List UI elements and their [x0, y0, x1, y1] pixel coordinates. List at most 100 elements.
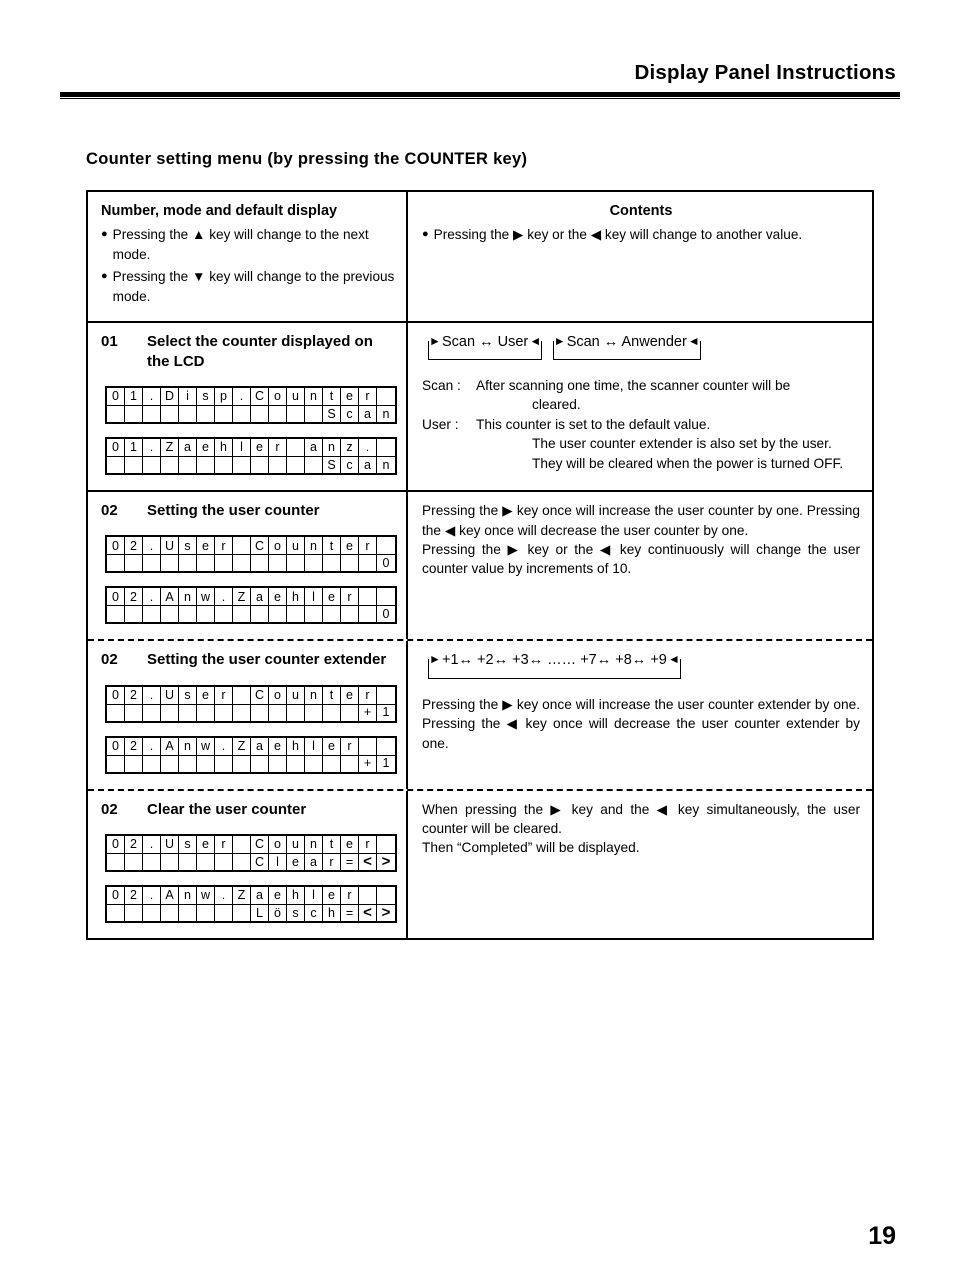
- lcd-cell: [107, 852, 125, 870]
- lcd-cell: o: [269, 537, 287, 555]
- lcd-cell: [179, 703, 197, 721]
- header-bullet-text: Pressing the ▶ key or the ◀ key will cha…: [433, 227, 803, 242]
- lcd-cell: C: [251, 835, 269, 853]
- lcd-cell: 0: [107, 886, 125, 904]
- lcd-cell: [179, 405, 197, 423]
- lcd-cell: [269, 456, 287, 474]
- row-cell-right: ► Scan ↔ User ◄ ► Scan ↔ Anwender ◄ Scan…: [408, 323, 872, 491]
- lcd-cell: [341, 554, 359, 572]
- lcd-cell: [305, 456, 323, 474]
- definition-key: Scan :: [422, 377, 461, 393]
- lcd-cell: z: [341, 439, 359, 457]
- lcd-cell: .: [143, 686, 161, 704]
- lcd-cell: [197, 852, 215, 870]
- lcd-cell: C: [251, 537, 269, 555]
- lcd-cell: [287, 405, 305, 423]
- lcd-cell: r: [359, 686, 377, 704]
- lcd-cell: [377, 738, 395, 755]
- lcd-cell: =: [341, 852, 359, 870]
- lcd-cell: [287, 703, 305, 721]
- lcd-cell: [197, 754, 215, 772]
- lcd-cell: [359, 605, 377, 623]
- lcd-cell: u: [287, 537, 305, 555]
- lcd-cell: [233, 903, 251, 921]
- lcd-cell: +: [359, 703, 377, 721]
- row-cell-right: Pressing the ▶ key once will increase th…: [408, 492, 872, 639]
- lcd-cell: l: [305, 588, 323, 606]
- lcd-cell: [323, 605, 341, 623]
- lcd-cell: 0: [107, 537, 125, 555]
- lcd-cell: [161, 903, 179, 921]
- lcd-cell: 0: [107, 588, 125, 606]
- lcd-cell: [197, 554, 215, 572]
- lcd-cell: u: [287, 686, 305, 704]
- lcd-cell: <: [359, 852, 377, 870]
- lcd-cell: 0: [107, 686, 125, 704]
- lcd-cell: s: [197, 388, 215, 406]
- table-row: 01 Select the counter displayed on the L…: [88, 320, 872, 491]
- lcd-cell: [233, 835, 251, 853]
- lcd-line: +1: [107, 754, 395, 772]
- header-cell-right: Contents ● Pressing the ▶ key or the ◀ k…: [408, 192, 872, 321]
- lcd-cell: r: [341, 737, 359, 755]
- row-cell-right: ► +1↔ +2↔ +3↔ …… +7↔ +8↔ +9 ◄ Pressing t…: [408, 641, 872, 788]
- column-header-contents: Contents: [609, 203, 673, 219]
- lcd-cell: [179, 852, 197, 870]
- lcd-cell: r: [341, 886, 359, 904]
- lcd-cell: [161, 605, 179, 623]
- lcd-cell: 2: [125, 737, 143, 755]
- lcd-cell: [287, 456, 305, 474]
- lcd-cell: [161, 456, 179, 474]
- lcd-cell: [197, 903, 215, 921]
- page-title: Display Panel Instructions: [634, 61, 896, 84]
- lcd-01-german: 01.Zaehleranz.Scan: [105, 437, 397, 476]
- lcd-line: 01.Disp.Counter: [107, 388, 395, 406]
- mode-title: 01 Select the counter displayed on the L…: [101, 332, 396, 373]
- lcd-cell: n: [305, 686, 323, 704]
- lcd-cell: s: [179, 835, 197, 853]
- lcd-cell: [197, 605, 215, 623]
- lcd-cell: [323, 754, 341, 772]
- lcd-cell: [161, 754, 179, 772]
- lcd-cell: l: [233, 439, 251, 457]
- lcd-cell: Z: [233, 737, 251, 755]
- lcd-cell: e: [197, 686, 215, 704]
- lcd-cell: [143, 554, 161, 572]
- lcd-cell: ö: [269, 903, 287, 921]
- lcd-cell: h: [287, 737, 305, 755]
- lcd-cell: 1: [377, 754, 395, 772]
- mode-title: 02 Setting the user counter: [101, 501, 396, 521]
- lcd-cell: .: [215, 886, 233, 904]
- lcd-cell: n: [323, 439, 341, 457]
- lcd-cell: 1: [125, 388, 143, 406]
- lcd-cell: e: [251, 439, 269, 457]
- lcd-cell: [143, 703, 161, 721]
- lcd-cell: S: [323, 456, 341, 474]
- lcd-cell: U: [161, 835, 179, 853]
- lcd-line: 01.Zaehleranz.: [107, 439, 395, 457]
- counter-setting-table: Number, mode and default display ● Press…: [86, 190, 874, 940]
- lcd-cell: [251, 754, 269, 772]
- lcd-cell: [125, 754, 143, 772]
- row-cell-left: 02 Setting the user counter extender 02.…: [88, 641, 408, 789]
- lcd-cell: e: [341, 537, 359, 555]
- lcd-line: Cl e a r = < >: [107, 852, 395, 870]
- lcd-line: 0: [107, 605, 395, 623]
- lcd-cell: [269, 554, 287, 572]
- lcd-cell: [143, 852, 161, 870]
- definition-line: The user counter extender is also set by…: [532, 436, 832, 452]
- lcd-cell: [233, 554, 251, 572]
- lcd-cell: a: [359, 456, 377, 474]
- lcd-02-extender-english: 0 2. Us e r Co u n t e r +1: [105, 684, 397, 723]
- lcd-cell: 1: [377, 703, 395, 721]
- lcd-cell: e: [269, 588, 287, 606]
- lcd-cell: [305, 703, 323, 721]
- lcd-cell: s: [179, 537, 197, 555]
- lcd-cell: .: [143, 537, 161, 555]
- lcd-line: Scan: [107, 456, 395, 474]
- lcd-cell: .: [143, 886, 161, 904]
- lcd-cell: e: [197, 439, 215, 457]
- lcd-cell: [215, 903, 233, 921]
- lcd-02-user-counter-german: 02.Anw.Zaehler0: [105, 586, 397, 625]
- lcd-cell: w: [197, 886, 215, 904]
